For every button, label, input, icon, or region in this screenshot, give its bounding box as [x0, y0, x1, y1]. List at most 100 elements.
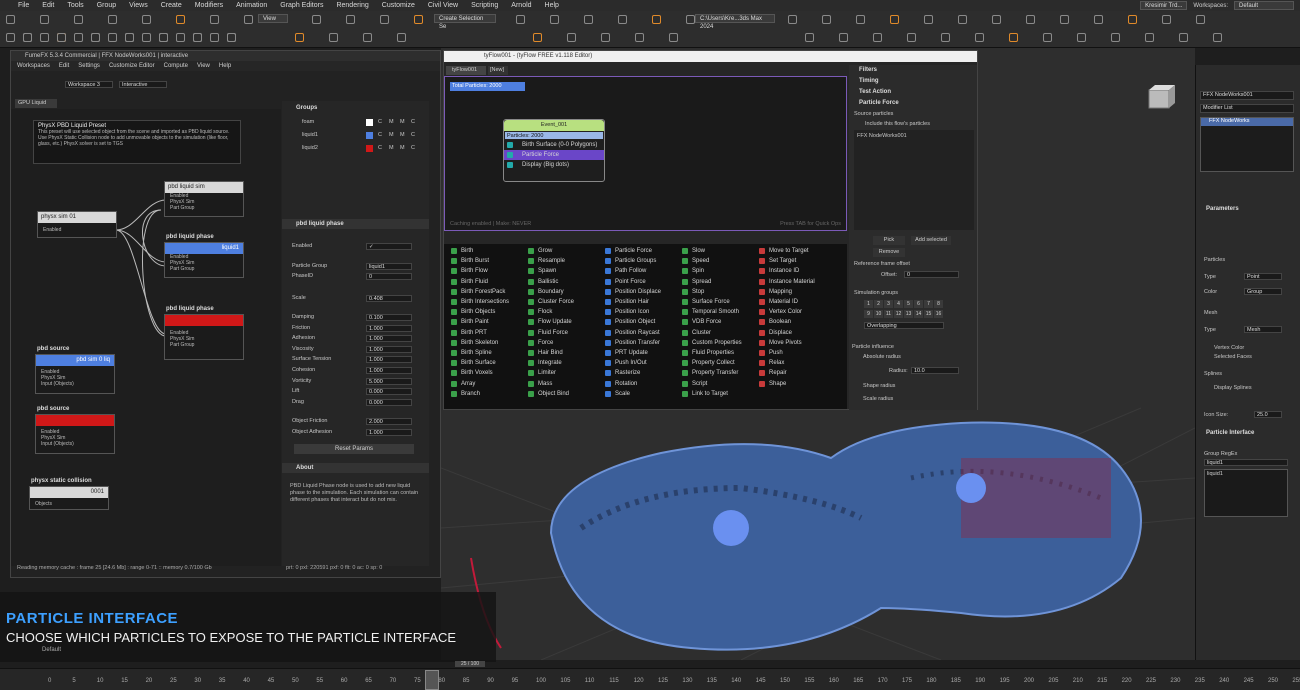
- group-cmd-button[interactable]: M: [389, 132, 394, 138]
- menu-create[interactable]: Create: [161, 2, 182, 9]
- sim-group-toggle[interactable]: 10: [874, 310, 883, 318]
- toolbar-tool-icon[interactable]: [125, 33, 134, 42]
- group-regex-field[interactable]: liquid1: [1204, 459, 1288, 466]
- node-pbd-source-2[interactable]: Enabled PhysX Sim Input (Objects): [35, 414, 115, 454]
- toolbar-tool-icon[interactable]: [533, 33, 542, 42]
- sim-group-toggle[interactable]: 9: [864, 310, 873, 318]
- menu-animation[interactable]: Animation: [236, 2, 267, 9]
- operator-birth-objects[interactable]: Birth Objects: [448, 307, 495, 317]
- overlapping-dropdown[interactable]: Overlapping: [864, 322, 944, 329]
- group-cmd-button[interactable]: C: [411, 145, 415, 151]
- op-birth-surface[interactable]: Birth Surface (0-0 Polygons): [504, 140, 604, 150]
- group-list[interactable]: liquid1: [1204, 469, 1288, 517]
- port[interactable]: Input (Objects): [36, 381, 114, 387]
- toolbar-tool-icon[interactable]: [618, 15, 627, 24]
- operator-branch[interactable]: Branch: [448, 389, 480, 399]
- group-name[interactable]: foam: [302, 119, 314, 125]
- emitter-sphere-left[interactable]: [713, 510, 749, 546]
- operator-ballistic[interactable]: Ballistic: [525, 277, 558, 287]
- sim-group-toggle[interactable]: 3: [884, 300, 893, 308]
- param-value[interactable]: 2.000: [366, 418, 412, 425]
- groups-rollout[interactable]: Groups: [296, 105, 317, 111]
- param-value[interactable]: 0.000: [366, 399, 412, 406]
- operator-hair-bind[interactable]: Hair Bind: [525, 348, 563, 358]
- operator-birth[interactable]: Birth: [448, 246, 473, 256]
- toolbar-tool-icon[interactable]: [74, 15, 83, 24]
- toolbar-tool-icon[interactable]: [6, 15, 15, 24]
- node-physx-sim[interactable]: physx sim 01 Enabled: [37, 211, 117, 238]
- toolbar-tool-icon[interactable]: [805, 33, 814, 42]
- modifier-stack-item[interactable]: FFX NodeWorks: [1201, 118, 1293, 126]
- group-color-swatch[interactable]: [366, 145, 373, 152]
- group-cmd-button[interactable]: M: [389, 119, 394, 125]
- operator-point-force[interactable]: Point Force: [602, 277, 646, 287]
- operator-mapping[interactable]: Mapping: [756, 287, 792, 297]
- toolbar-tool-icon[interactable]: [686, 15, 695, 24]
- sim-group-toggle[interactable]: 14: [914, 310, 923, 318]
- param-value[interactable]: 1.000: [366, 346, 412, 353]
- toolbar-tool-icon[interactable]: [57, 33, 66, 42]
- operator-custom-properties[interactable]: Custom Properties: [679, 338, 742, 348]
- param-value[interactable]: 1.000: [366, 367, 412, 374]
- toolbar-tool-icon[interactable]: [142, 15, 151, 24]
- operator-grow[interactable]: Grow: [525, 246, 552, 256]
- operator-script[interactable]: Script: [679, 379, 707, 389]
- toolbar-tool-icon[interactable]: [1128, 15, 1137, 24]
- toolbar-tool-icon[interactable]: [40, 15, 49, 24]
- toolbar-tool-icon[interactable]: [176, 15, 185, 24]
- node-pbd-liquid-phase-2[interactable]: Enabled PhysX Sim Part Group: [164, 314, 244, 360]
- param-value[interactable]: 1.000: [366, 356, 412, 363]
- include-flow-checkbox[interactable]: Include this flow's particles: [865, 121, 930, 127]
- operator-birth-forestpack[interactable]: Birth ForestPack: [448, 287, 505, 297]
- toolbar-tool-icon[interactable]: [193, 33, 202, 42]
- param-value[interactable]: 1.000: [366, 429, 412, 436]
- source-list[interactable]: FFX NodeWorks001: [854, 130, 974, 230]
- operator-rotation[interactable]: Rotation: [602, 379, 637, 389]
- menu-civil-view[interactable]: Civil View: [428, 2, 458, 9]
- menu-tools[interactable]: Tools: [67, 2, 83, 9]
- param-value[interactable]: 1.000: [366, 325, 412, 332]
- menu-help[interactable]: Help: [545, 2, 559, 9]
- port-enabled[interactable]: Enabled: [38, 227, 116, 233]
- toolbar-tool-icon[interactable]: [958, 15, 967, 24]
- op-display[interactable]: Display (Big dots): [504, 160, 604, 170]
- flow-canvas[interactable]: Total Particles: 2000 Event_001 Particle…: [444, 76, 847, 231]
- operator-displace[interactable]: Displace: [756, 328, 792, 338]
- toolbar-tool-icon[interactable]: [584, 15, 593, 24]
- operator-move-pivots[interactable]: Move Pivots: [756, 338, 802, 348]
- modifier-list-dropdown[interactable]: Modifier List: [1200, 104, 1294, 113]
- operator-object-bind[interactable]: Object Bind: [525, 389, 569, 399]
- toolbar-tool-icon[interactable]: [40, 33, 49, 42]
- group-color-swatch[interactable]: [366, 119, 373, 126]
- toolbar-tool-icon[interactable]: [873, 33, 882, 42]
- toolbar-tool-icon[interactable]: [91, 33, 100, 42]
- group-color-swatch[interactable]: [366, 132, 373, 139]
- vertex-color-checkbox[interactable]: Vertex Color: [1214, 345, 1244, 351]
- operator-position-icon[interactable]: Position Icon: [602, 307, 649, 317]
- group-name[interactable]: liquid1: [302, 132, 318, 138]
- toolbar-tool-icon[interactable]: [6, 33, 15, 42]
- operator-move-to-target[interactable]: Move to Target: [756, 246, 809, 256]
- reset-params-button[interactable]: Reset Params: [294, 444, 414, 454]
- port[interactable]: Part Group: [165, 205, 243, 211]
- menu-modifiers[interactable]: Modifiers: [195, 2, 223, 9]
- operator-birth-surface[interactable]: Birth Surface: [448, 358, 496, 368]
- toolbar-tool-icon[interactable]: [329, 33, 338, 42]
- sim-group-toggle[interactable]: 11: [884, 310, 893, 318]
- emitter-sphere-right[interactable]: [956, 473, 986, 503]
- toolbar-tool-icon[interactable]: [890, 15, 899, 24]
- operator-relax[interactable]: Relax: [756, 358, 784, 368]
- toolbar-tool-icon[interactable]: [23, 33, 32, 42]
- toolbar-tool-icon[interactable]: [1162, 15, 1171, 24]
- param-value[interactable]: 0.100: [366, 314, 412, 321]
- toolbar-tool-icon[interactable]: [397, 33, 406, 42]
- filters-rollout[interactable]: Filters: [859, 67, 877, 73]
- toolbar-tool-icon[interactable]: [567, 33, 576, 42]
- operator-prt-update[interactable]: PRT Update: [602, 348, 648, 358]
- viewcube[interactable]: [1148, 85, 1175, 109]
- toolbar-tool-icon[interactable]: [941, 33, 950, 42]
- param-value[interactable]: 5.000: [366, 378, 412, 385]
- operator-temporal-smooth[interactable]: Temporal Smooth: [679, 307, 739, 317]
- toolbar-tool-icon[interactable]: [1179, 33, 1188, 42]
- operator-position-raycast[interactable]: Position Raycast: [602, 328, 660, 338]
